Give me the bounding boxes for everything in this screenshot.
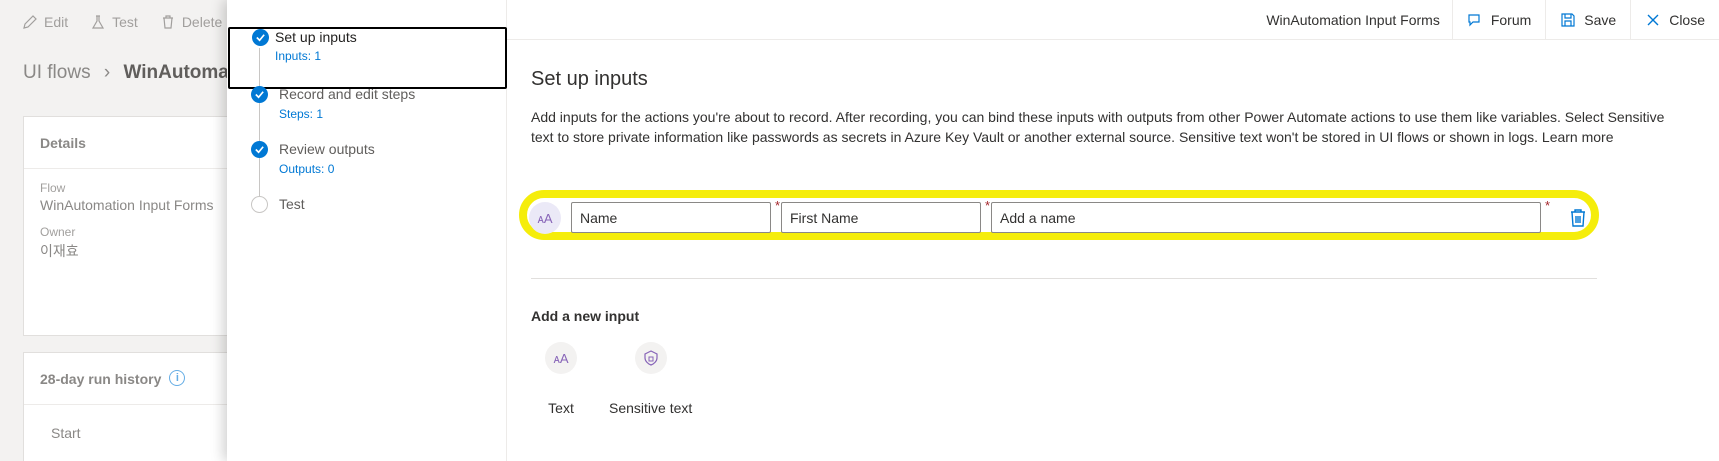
- flow-label: Flow: [40, 181, 66, 195]
- input-label-field[interactable]: First Name: [781, 202, 981, 233]
- steps-nav: Set up inputs Inputs: 1 Record and edit …: [227, 0, 507, 461]
- test-button[interactable]: Test: [90, 14, 138, 30]
- edit-button[interactable]: Edit: [22, 14, 68, 30]
- step-sub: Inputs: 1: [275, 49, 322, 63]
- page-title: Set up inputs: [531, 68, 648, 90]
- section-divider: [531, 278, 1597, 279]
- description-text: Add inputs for the actions you're about …: [531, 109, 1665, 145]
- add-text-input-button[interactable]: ᴀA Text: [545, 342, 577, 416]
- step-record-edit[interactable]: Record and edit steps Steps: 1: [227, 83, 507, 143]
- save-label: Save: [1584, 11, 1617, 28]
- step-title: Set up inputs: [275, 29, 357, 45]
- trash-icon: [162, 15, 173, 29]
- background-toolbar: Edit Test Delete: [0, 0, 240, 44]
- breadcrumb: UI flows › WinAutomatio: [23, 62, 252, 84]
- delete-button[interactable]: Delete: [160, 14, 222, 30]
- step-sub: Steps: 1: [279, 107, 324, 121]
- owner-value: 이재효: [40, 243, 79, 259]
- delete-label: Delete: [181, 14, 223, 30]
- details-title: Details: [24, 117, 242, 169]
- run-history-card: 28-day run history i Start: [23, 352, 243, 461]
- checkmark-icon: [251, 141, 268, 158]
- close-label: Close: [1669, 11, 1705, 28]
- test-label: Test: [112, 14, 138, 30]
- forum-button[interactable]: Forum: [1451, 0, 1545, 40]
- save-button[interactable]: Save: [1545, 0, 1630, 40]
- run-history-title: 28-day run history: [40, 371, 162, 387]
- learn-more-link[interactable]: Learn more: [1542, 129, 1614, 145]
- run-history-header: 28-day run history i: [24, 353, 242, 405]
- breadcrumb-root[interactable]: UI flows: [23, 62, 91, 83]
- text-type-icon[interactable]: ᴀA: [529, 202, 561, 234]
- step-title: Review outputs: [279, 141, 375, 157]
- run-history-start: Start: [51, 425, 81, 441]
- save-icon: [1561, 12, 1575, 27]
- input-description-field[interactable]: Add a name: [991, 202, 1541, 233]
- required-asterisk: *: [985, 198, 991, 213]
- info-icon[interactable]: i: [169, 370, 186, 386]
- add-text-label: Text: [548, 400, 574, 416]
- shield-lock-icon: [634, 342, 667, 374]
- step-title: Test: [279, 196, 305, 212]
- step-title: Record and edit steps: [279, 86, 416, 102]
- forum-label: Forum: [1490, 11, 1532, 28]
- add-sensitive-label: Sensitive text: [609, 400, 693, 416]
- close-icon: [1647, 14, 1659, 25]
- details-card: Details Flow WinAutomation Input Forms O…: [23, 116, 243, 336]
- input-name-field[interactable]: Name: [571, 202, 771, 233]
- chevron-right-icon: ›: [103, 62, 111, 83]
- add-sensitive-input-button[interactable]: Sensitive text: [609, 342, 692, 416]
- empty-circle-icon: [251, 196, 268, 213]
- flow-value: WinAutomation Input Forms: [40, 197, 214, 213]
- checkmark-icon: [251, 86, 268, 103]
- flask-icon: [92, 15, 105, 29]
- step-test[interactable]: Test: [227, 193, 507, 253]
- required-asterisk: *: [1545, 198, 1551, 213]
- app-root: Edit Test Delete UI flows › WinAutomatio…: [0, 0, 1719, 461]
- panel-title: WinAutomation Input Forms: [1266, 11, 1440, 28]
- text-type-icon: ᴀA: [545, 342, 577, 374]
- required-asterisk: *: [775, 198, 781, 213]
- main-content: Set up inputs Add inputs for the actions…: [519, 40, 1719, 416]
- step-set-up-inputs[interactable]: Set up inputs Inputs: 1: [228, 27, 507, 89]
- close-button[interactable]: Close: [1630, 0, 1719, 40]
- input-row-highlight: ᴀA Name * First Name * Add a name *: [519, 190, 1599, 240]
- forum-icon: [1468, 13, 1480, 26]
- trash-icon[interactable]: [1569, 208, 1587, 228]
- add-input-title: Add a new input: [531, 308, 640, 324]
- owner-label: Owner: [40, 225, 76, 239]
- pencil-icon: [23, 15, 37, 29]
- panel-topbar: WinAutomation Input Forms Forum Save Clo…: [507, 0, 1719, 40]
- checkmark-icon: [252, 29, 269, 46]
- step-review-outputs[interactable]: Review outputs Outputs: 0: [227, 138, 507, 198]
- edit-label: Edit: [44, 14, 69, 30]
- page-description: Add inputs for the actions you're about …: [531, 107, 1681, 147]
- step-sub: Outputs: 0: [279, 162, 335, 176]
- setup-panel: Set up inputs Inputs: 1 Record and edit …: [227, 0, 1719, 461]
